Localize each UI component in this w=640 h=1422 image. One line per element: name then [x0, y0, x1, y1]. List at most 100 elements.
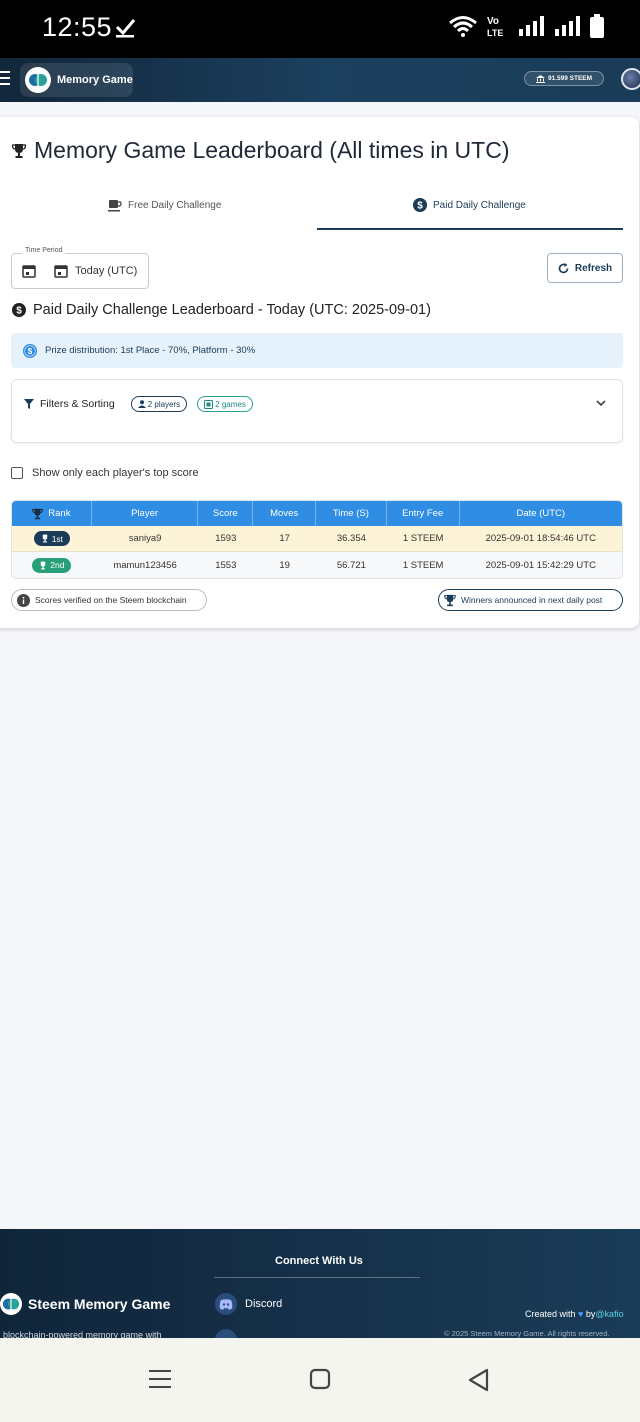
- top-score-checkbox[interactable]: [11, 467, 23, 479]
- discord-link[interactable]: Discord: [215, 1293, 282, 1315]
- table-header: Rank Player Score Moves Time (S) Entry F…: [12, 501, 622, 526]
- wallet-balance[interactable]: 91.599 STEEM: [524, 71, 604, 86]
- calendar-today-icon: [54, 265, 68, 278]
- time-period-label: Time Period: [22, 247, 66, 254]
- header-rank-label: Rank: [48, 508, 71, 519]
- header-player[interactable]: Player: [92, 501, 199, 526]
- players-count-chip: 2 players: [130, 396, 188, 412]
- time-cell: 36.354: [336, 533, 366, 544]
- dollar-circle-icon: $: [12, 303, 26, 317]
- rank-label: 2nd: [50, 560, 65, 570]
- table-row: 2nd mamun123456 1553 19 56.721 1 STEEM 2…: [12, 552, 622, 578]
- coffee-icon: [108, 199, 122, 211]
- rank-label: 1st: [51, 533, 64, 544]
- info-icon: [17, 593, 30, 607]
- active-tab-indicator: [317, 228, 623, 230]
- moves-cell: 17: [279, 533, 290, 544]
- header-moves[interactable]: Moves: [253, 501, 317, 526]
- created-by: by: [585, 1309, 596, 1319]
- social-icon[interactable]: [215, 1329, 237, 1338]
- signal-icon-1: [519, 16, 544, 36]
- header-score[interactable]: Score: [198, 501, 254, 526]
- games-icon: [204, 399, 214, 409]
- blockchain-verified-chip: Scores verified on the Steem blockchain: [11, 589, 207, 611]
- rank-badge-2nd: 2nd: [32, 557, 72, 573]
- player-cell[interactable]: mamun123456: [92, 552, 199, 578]
- recent-apps-icon[interactable]: [148, 1368, 172, 1390]
- author-link[interactable]: @kafio: [595, 1309, 623, 1319]
- discord-label: Discord: [245, 1298, 283, 1310]
- svg-text:Vo: Vo: [487, 16, 499, 27]
- menu-icon[interactable]: [0, 71, 10, 89]
- person-icon: [137, 400, 146, 408]
- leaderboard-subtitle: $ Paid Daily Challenge Leaderboard - Tod…: [12, 302, 431, 318]
- verified-text: Scores verified on the Steem blockchain: [35, 595, 187, 605]
- trophy-icon: [12, 143, 26, 158]
- system-nav-bar: [0, 1338, 640, 1422]
- footer-divider: [214, 1277, 420, 1278]
- rank-cell: 1st: [12, 526, 92, 551]
- trophy-icon: [32, 508, 44, 519]
- svg-text:LTE: LTE: [487, 28, 503, 38]
- status-icons: Vo LTE: [448, 14, 604, 38]
- players-count: 2 players: [147, 399, 181, 409]
- back-icon[interactable]: [467, 1368, 489, 1392]
- filters-header[interactable]: Filters & Sorting 2 players 2 games: [24, 396, 253, 412]
- time-period-select[interactable]: Time Period Today (UTC): [11, 247, 149, 289]
- volte-icon: VoLTE: [487, 16, 503, 38]
- refresh-icon: [558, 262, 569, 273]
- discord-icon: [215, 1293, 237, 1315]
- page-title-text: Memory Game Leaderboard (All times in UT…: [34, 137, 510, 163]
- trophy-icon: [444, 594, 456, 606]
- status-time: 12:55: [42, 12, 113, 42]
- brand-button[interactable]: Memory Game: [20, 63, 133, 97]
- refresh-button[interactable]: Refresh: [547, 253, 623, 283]
- player-cell[interactable]: saniya9: [92, 526, 199, 551]
- created-with: Created with ♥ by@kafio: [525, 1309, 624, 1319]
- filters-sorting-panel[interactable]: Filters & Sorting 2 players 2 games: [11, 379, 623, 443]
- date-cell: 2025-09-01 18:54:46 UTC: [485, 533, 596, 544]
- bank-icon: [535, 74, 545, 83]
- date-cell: 2025-09-01 15:42:29 UTC: [485, 559, 596, 571]
- wifi-icon: [449, 16, 477, 37]
- trophy-icon: [42, 534, 47, 543]
- brand-name: Memory Game: [57, 74, 133, 86]
- moves-cell: 19: [279, 559, 290, 571]
- filter-icon: [24, 399, 34, 409]
- top-score-toggle[interactable]: Show only each player's top score: [11, 467, 199, 479]
- header-time[interactable]: Time (S): [316, 501, 387, 526]
- signal-icon-2: [555, 16, 580, 36]
- refresh-label: Refresh: [574, 262, 613, 274]
- winners-text: Winners announced in next daily post: [461, 595, 603, 605]
- status-bar: 12:55 Vo LTE: [0, 0, 640, 58]
- prize-distribution-text: Prize distribution: 1st Place - 70%, Pla…: [45, 345, 256, 356]
- winners-announced-chip: Winners announced in next daily post: [438, 589, 623, 611]
- score-cell: 1593: [215, 533, 237, 544]
- tab-free-daily-challenge[interactable]: Free Daily Challenge: [108, 190, 221, 220]
- home-icon[interactable]: [309, 1368, 331, 1390]
- header-rank[interactable]: Rank: [12, 501, 92, 526]
- header-date[interactable]: Date (UTC): [460, 501, 622, 526]
- header-entry-fee[interactable]: Entry Fee: [387, 501, 460, 526]
- score-cell: 1553: [215, 559, 237, 571]
- tab-paid-daily-challenge[interactable]: $ Paid Daily Challenge: [413, 190, 526, 220]
- filters-label: Filters & Sorting: [40, 398, 115, 410]
- prize-distribution-alert: $ Prize distribution: 1st Place - 70%, P…: [11, 333, 623, 368]
- games-count: 2 games: [215, 399, 246, 409]
- footer-brand-name: Steem Memory Game: [28, 1296, 171, 1312]
- dollar-circle-icon: $: [413, 198, 427, 212]
- table-row: 1st saniya9 1593 17 36.354 1 STEEM 2025-…: [12, 526, 622, 552]
- tab-free-label: Free Daily Challenge: [128, 199, 222, 211]
- calendar-icon: [22, 265, 36, 278]
- leaderboard-table: Rank Player Score Moves Time (S) Entry F…: [11, 500, 623, 579]
- user-avatar[interactable]: [621, 68, 640, 90]
- rank-cell: 2nd: [12, 552, 92, 578]
- connect-heading: Connect With Us: [275, 1255, 363, 1267]
- brain-logo-icon: [25, 67, 51, 93]
- page-title: Memory Game Leaderboard (All times in UT…: [12, 137, 509, 164]
- time-cell: 56.721: [336, 559, 366, 571]
- footer-brand: Steem Memory Game: [0, 1293, 170, 1315]
- site-footer: Connect With Us Discord Steem Memory Gam…: [0, 1229, 640, 1338]
- chevron-down-icon[interactable]: [596, 400, 606, 407]
- svg-text:$: $: [28, 347, 33, 356]
